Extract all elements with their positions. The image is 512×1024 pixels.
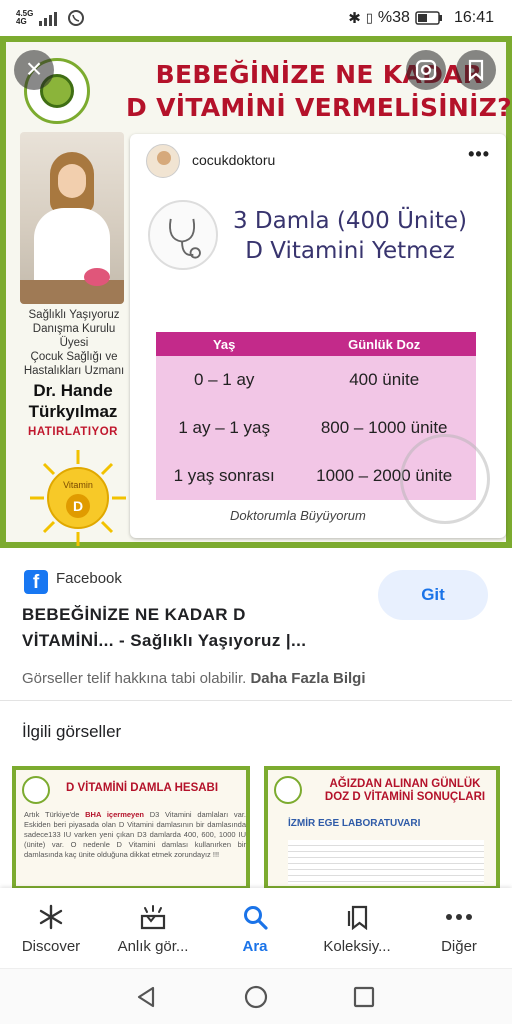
home-icon[interactable] (242, 983, 270, 1011)
vitamin-d-sun: Vitamin D (30, 450, 126, 546)
doctor-name-line2: Türkyılmaz (28, 402, 118, 421)
bluetooth-icon: ✱ (348, 10, 361, 27)
network-indicator: 4.5G 4G (16, 10, 33, 26)
bookmark-icon[interactable] (456, 50, 496, 90)
thumb-body: Artık Türkiye'de BHA içermeyen D3 Vitami… (24, 810, 246, 860)
post-heading: 3 Damla (400 Ünite) D Vitamini Yetmez (220, 206, 480, 266)
image-preview[interactable]: BEBEĞİNİZE NE KADAR D VİTAMİNİ VERMELİSİ… (0, 36, 512, 548)
thumb-logo (274, 776, 302, 804)
post-heading-line2: D Vitamini Yetmez (245, 238, 455, 264)
post-avatar (146, 144, 180, 178)
table-cell: 0 – 1 ay (156, 356, 293, 404)
dose-table-header: Yaş (156, 332, 293, 356)
status-bar: 4.5G 4G ✱ ▯ %38 16:41 (0, 0, 512, 36)
recents-icon[interactable] (350, 983, 378, 1011)
post-username: cocukdoktoru (192, 152, 276, 168)
doctor-description: Sağlıklı Yaşıyoruz Danışma Kurulu Üyesi … (18, 308, 130, 378)
search-icon (240, 902, 270, 932)
result-info: f Facebook BEBEĞİNİZE NE KADAR D VİTAMİN… (0, 548, 512, 698)
battery-icon (415, 11, 442, 25)
back-icon[interactable] (132, 983, 160, 1011)
thumb-body-bold: BHA içermeyen (85, 810, 144, 819)
network-label-bottom: 4G (16, 17, 27, 26)
battery-percent: %38 (377, 9, 410, 26)
thumb-body-text: Artık Türkiye'de (24, 810, 80, 819)
bottom-navigation: Discover Anlık gör... Ara Koleksiy... Di… (0, 888, 512, 968)
lab-name: İZMİR EGE LABORATUVARI (288, 818, 421, 829)
nav-updates[interactable]: Anlık gör... (102, 888, 204, 968)
related-images-heading: İlgili görseller (22, 722, 122, 741)
updates-icon (138, 902, 168, 932)
table-cell: 400 ünite (292, 356, 476, 404)
reminder-label: HATIRLATIYOR (28, 426, 118, 438)
thumb-title: AĞIZDAN ALINAN GÜNLÜK DOZ D VİTAMİNİ SON… (312, 778, 496, 804)
side-line: Danışma Kurulu (32, 323, 116, 335)
nav-label: Diğer (441, 938, 477, 955)
nav-label: Ara (242, 938, 268, 955)
source-label[interactable]: Facebook (56, 570, 122, 587)
side-line: Hastalıkları Uzmanı (23, 365, 125, 377)
side-line: Sağlıklı Yaşıyoruz (28, 309, 120, 321)
result-title-line1: BEBEĞİNİZE NE KADAR D (22, 605, 246, 624)
nav-discover[interactable]: Discover (0, 888, 102, 968)
side-line: Çocuk Sağlığı ve (30, 351, 118, 363)
facebook-icon: f (24, 570, 48, 594)
image-frame: BEBEĞİNİZE NE KADAR D VİTAMİNİ VERMELİSİ… (0, 36, 512, 548)
thumb-logo (22, 776, 50, 804)
visit-button[interactable]: Git (378, 570, 488, 620)
thumb-title: D VİTAMİNİ DAMLA HESABI (66, 782, 219, 794)
more-info-link[interactable]: Daha Fazla Bilgi (250, 670, 365, 687)
table-cell: 1 yaş sonrası (156, 452, 293, 500)
copyright-notice: Görseller telif hakkına tabi olabilir. D… (22, 670, 365, 687)
nav-search[interactable]: Ara (204, 888, 306, 968)
post-more-icon: ••• (468, 144, 490, 164)
app-root: 4.5G 4G ✱ ▯ %38 16:41 BEBEĞİNİZE NE KADA… (0, 0, 512, 1024)
nav-label: Discover (21, 938, 81, 955)
post-footer: Doktorumla Büyüyorum (230, 508, 366, 523)
more-icon (444, 902, 474, 932)
table-row: 0 – 1 ay 400 ünite (156, 356, 476, 404)
thumb-title-line1: AĞIZDAN ALINAN GÜNLÜK (329, 778, 481, 790)
watermark-seal (400, 434, 490, 524)
result-title-line2: VİTAMİNİ... - Sağlıklı Yaşıyoruz |... (22, 631, 307, 650)
doctor-photo (20, 132, 124, 304)
related-image-1[interactable]: D VİTAMİNİ DAMLA HESABI Artık Türkiye'de… (12, 766, 250, 890)
image-title: BEBEĞİNİZE NE KADAR D VİTAMİNİ VERMELİSİ… (124, 58, 512, 124)
nav-more[interactable]: Diğer (408, 888, 510, 968)
thumb-title-line2: DOZ D VİTAMİNİ SONUÇLARI (324, 791, 486, 803)
vibrate-icon: ▯ (365, 10, 373, 25)
copyright-text: Görseller telif hakkına tabi olabilir. (22, 670, 247, 687)
collections-icon (342, 902, 372, 932)
post-heading-line1: 3 Damla (400 Ünite) (232, 208, 468, 234)
whatsapp-icon (68, 10, 85, 26)
close-icon[interactable]: × (14, 50, 54, 90)
result-title[interactable]: BEBEĞİNİZE NE KADAR D VİTAMİNİ... - Sağl… (22, 602, 362, 654)
system-navigation-bar (0, 968, 512, 1024)
stethoscope-icon (148, 200, 218, 270)
lab-report (288, 840, 484, 884)
side-line: Üyesi (59, 337, 89, 349)
sun-text: Vitamin (63, 480, 93, 490)
dose-table-header: Günlük Doz (292, 332, 476, 356)
sun-letter: D (73, 498, 83, 514)
nav-label: Koleksiy... (323, 938, 391, 955)
clock: 16:41 (453, 9, 494, 26)
divider (0, 700, 512, 701)
nav-collections[interactable]: Koleksiy... (306, 888, 408, 968)
nav-label: Anlık gör... (117, 938, 189, 955)
instagram-post: cocukdoktoru ••• 3 Damla (400 Ünite) D V… (130, 134, 506, 538)
doctor-name-line1: Dr. Hande (33, 381, 113, 400)
table-cell: 1 ay – 1 yaş (156, 404, 293, 452)
lens-icon[interactable] (406, 50, 446, 90)
related-image-2[interactable]: AĞIZDAN ALINAN GÜNLÜK DOZ D VİTAMİNİ SON… (264, 766, 500, 890)
doctor-name: Dr. Hande Türkyılmaz (14, 380, 132, 422)
asterisk-icon (36, 902, 66, 932)
signal-icon (39, 12, 58, 26)
image-title-line1: BEBEĞİNİZE NE KADAR (155, 60, 483, 89)
image-title-line2: D VİTAMİNİ VERMELİSİNİZ? (126, 93, 512, 122)
